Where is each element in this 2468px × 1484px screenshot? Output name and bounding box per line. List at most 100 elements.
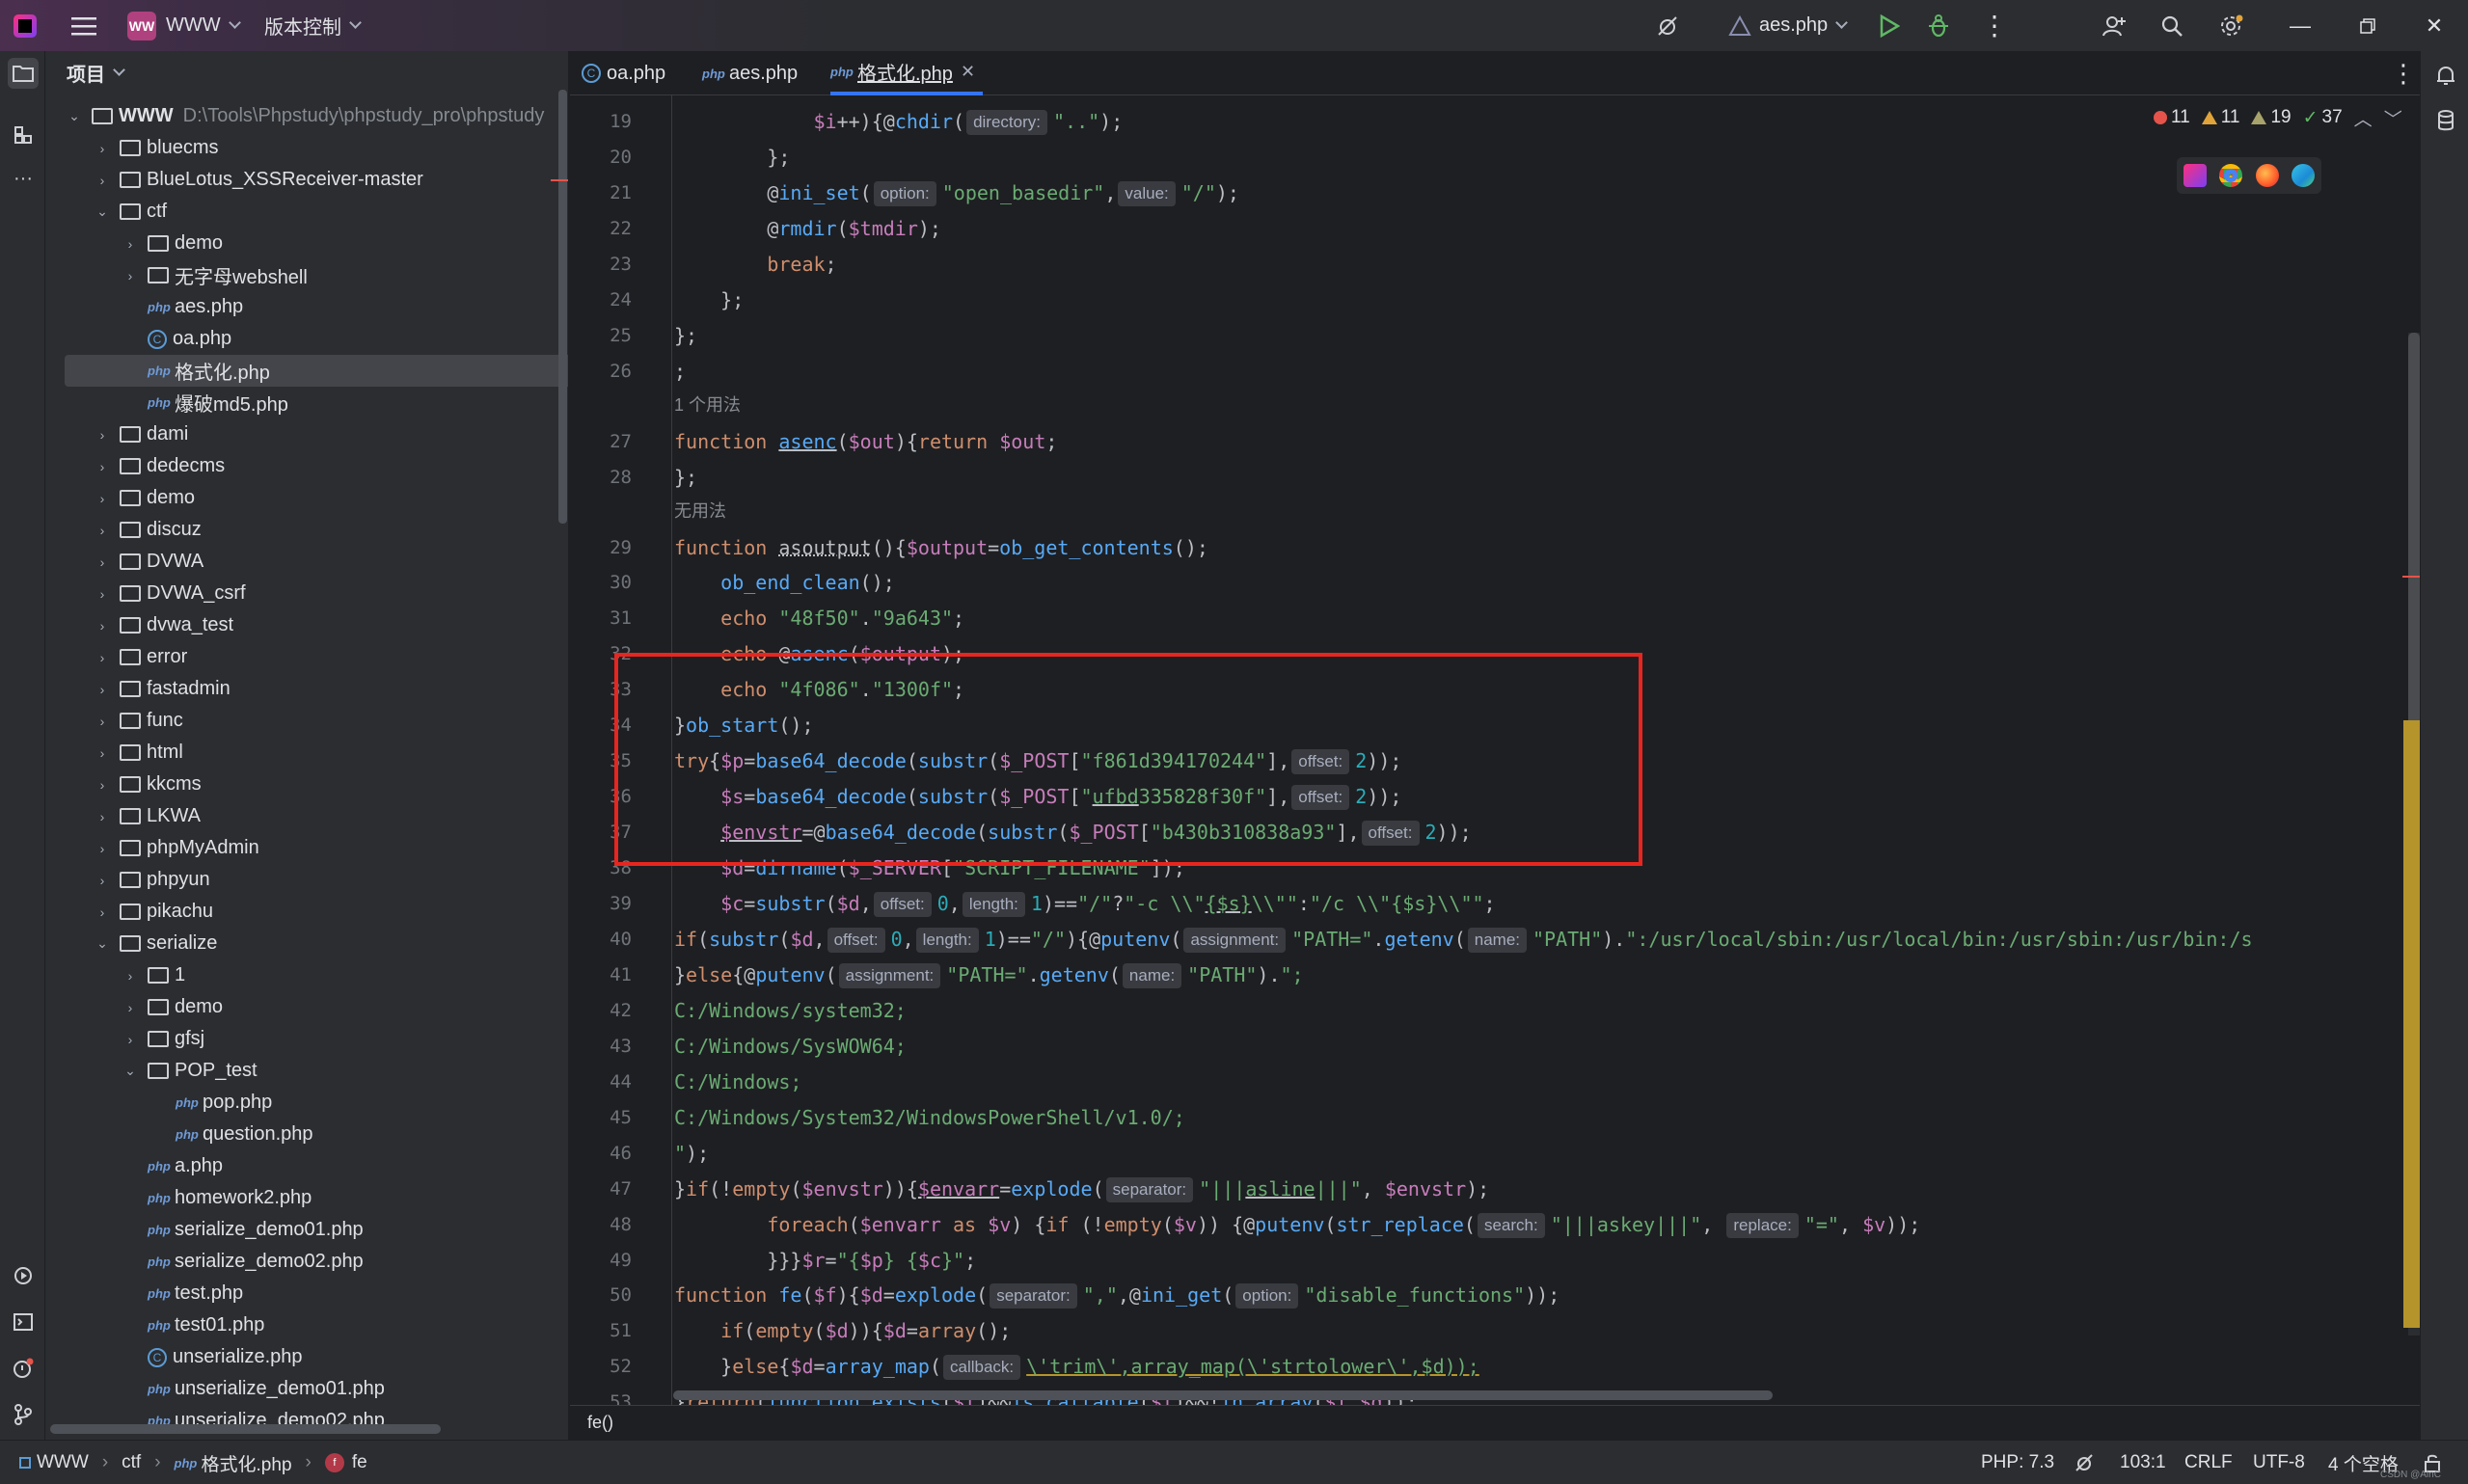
code-line[interactable]: $i++){@chdir(directory: ".."); xyxy=(674,104,1123,139)
usage-hint[interactable]: 1 个用法 xyxy=(674,391,741,419)
tree-file[interactable]: Cunserialize.php xyxy=(45,1341,568,1373)
chrome-icon[interactable] xyxy=(2219,164,2243,187)
chevron-right-icon[interactable]: › xyxy=(122,968,138,984)
chevron-right-icon[interactable]: › xyxy=(95,777,110,793)
code-line[interactable]: function asenc($out){return $out; xyxy=(674,424,1057,459)
chevron-right-icon[interactable]: › xyxy=(122,1032,138,1047)
restore-button[interactable] xyxy=(2334,0,2401,51)
tree-folder[interactable]: › 无字母webshell xyxy=(45,259,568,291)
tree-file[interactable]: php serialize_demo01.php xyxy=(45,1214,568,1246)
inspection-widget[interactable]: 11 11 19 ✓ 37 ︿ ﹀ xyxy=(2154,103,2414,132)
more-icon[interactable]: ··· xyxy=(8,163,39,194)
chevron-right-icon[interactable]: › xyxy=(95,904,110,920)
tab-aes-php[interactable]: php aes.php xyxy=(702,51,798,95)
crumb-function[interactable]: fe xyxy=(352,1452,367,1473)
add-user-icon[interactable] xyxy=(2102,0,2126,51)
code-line[interactable]: }else{$d=array_map(callback: \'trim\',arr… xyxy=(674,1349,1479,1384)
tree-root[interactable]: ⌄ WWW D:\Tools\Phpstudy\phpstudy_pro\php… xyxy=(45,100,568,132)
settings-gear-icon[interactable] xyxy=(2218,0,2243,51)
chevron-right-icon[interactable]: › xyxy=(95,141,110,156)
run-icon[interactable] xyxy=(1879,0,1900,51)
crumb-file[interactable]: 格式化.php xyxy=(202,1450,292,1476)
code-line[interactable]: @rmdir($tmdir); xyxy=(674,211,941,246)
caret-position[interactable]: 103:1 xyxy=(2120,1441,2166,1484)
code-line[interactable]: @ini_set(option: "open_basedir", value: "/"… xyxy=(674,175,1239,210)
notifications-bell-icon[interactable] xyxy=(2430,61,2461,92)
chevron-right-icon[interactable]: › xyxy=(95,459,110,474)
tree-folder[interactable]: ⌄ POP_test xyxy=(45,1055,568,1087)
tree-folder[interactable]: › BlueLotus_XSSReceiver-master xyxy=(45,164,568,196)
chevron-right-icon[interactable]: › xyxy=(122,268,138,283)
chevron-right-icon[interactable]: › xyxy=(95,618,110,634)
run-config-selector[interactable]: aes.php xyxy=(1728,0,1849,51)
app-logo-icon[interactable] xyxy=(14,0,37,51)
tree-folder[interactable]: › html xyxy=(45,737,568,769)
tree-folder[interactable]: › demo xyxy=(45,482,568,514)
tree-file[interactable]: php a.php xyxy=(45,1150,568,1182)
debug-status-icon[interactable] xyxy=(2074,1441,2095,1484)
chevron-right-icon[interactable]: › xyxy=(95,554,110,570)
project-panel-header[interactable]: 项目 xyxy=(67,51,125,94)
tree-file[interactable]: php serialize_demo02.php xyxy=(45,1246,568,1278)
close-icon[interactable]: ✕ xyxy=(961,62,975,82)
services-icon[interactable] xyxy=(8,1260,39,1291)
database-icon[interactable] xyxy=(2430,105,2461,136)
tree-folder[interactable]: › dvwa_test xyxy=(45,609,568,641)
chevron-right-icon[interactable]: › xyxy=(95,523,110,538)
code-line[interactable]: }if(!empty($envstr)){$envarr=explode(sep… xyxy=(674,1172,1489,1206)
problems-icon[interactable] xyxy=(8,1353,39,1384)
code-line[interactable]: }; xyxy=(674,460,697,495)
chevron-right-icon[interactable]: › xyxy=(95,809,110,824)
code-line[interactable]: foreach($envarr as $v) {if (!empty($v)) … xyxy=(674,1207,1920,1242)
tree-folder[interactable]: › pikachu xyxy=(45,896,568,928)
code-line[interactable]: "); xyxy=(674,1136,709,1171)
chevron-right-icon[interactable]: › xyxy=(95,586,110,602)
tree-folder[interactable]: › phpMyAdmin xyxy=(45,832,568,864)
close-window-button[interactable]: ✕ xyxy=(2400,0,2468,51)
tree-file[interactable]: php question.php xyxy=(45,1119,568,1150)
tree-folder[interactable]: › LKWA xyxy=(45,800,568,832)
code-line[interactable]: function asoutput(){$output=ob_get_conte… xyxy=(674,530,1208,565)
tree-file[interactable]: php 爆破md5.php xyxy=(45,387,568,418)
project-switcher[interactable]: WW WWW xyxy=(127,0,241,51)
debug-listen-icon[interactable] xyxy=(1655,0,1680,51)
code-breadcrumb[interactable]: fe() xyxy=(587,1413,613,1433)
code-line[interactable]: }; xyxy=(674,283,744,317)
tree-file[interactable]: php test01.php xyxy=(45,1309,568,1341)
code-line[interactable]: }}}$r="{$p} {$c}"; xyxy=(674,1243,976,1278)
folder-icon[interactable] xyxy=(8,58,39,89)
chevron-right-icon[interactable]: › xyxy=(95,682,110,697)
chevron-down-icon[interactable]: ⌄ xyxy=(122,1063,138,1079)
search-icon[interactable] xyxy=(2160,0,2183,51)
tree-folder[interactable]: › phpyun xyxy=(45,864,568,896)
chevron-right-icon[interactable]: › xyxy=(95,841,110,856)
tab-oa-php[interactable]: C oa.php xyxy=(582,51,665,95)
tree-file[interactable]: php pop.php xyxy=(45,1087,568,1119)
code-line[interactable]: }else{@putenv(assignment: "PATH=".getenv(… xyxy=(674,958,1304,992)
tree-folder[interactable]: › demo xyxy=(45,991,568,1023)
code-line[interactable]: }; xyxy=(674,140,790,175)
crumb-ctf[interactable]: ctf xyxy=(122,1452,141,1473)
code-line[interactable]: C:/Windows/system32; xyxy=(674,993,907,1028)
phpstorm-icon[interactable] xyxy=(2183,164,2207,187)
code-line[interactable]: C:/Windows/System32/WindowsPowerShell/v1… xyxy=(674,1100,1185,1135)
next-problem-icon[interactable]: ﹀ xyxy=(2384,105,2402,131)
code-line[interactable]: ; xyxy=(674,354,686,389)
tree-folder[interactable]: › dedecms xyxy=(45,450,568,482)
code-line[interactable]: function fe($f){$d=explode(separator: ","… xyxy=(674,1278,1559,1312)
chevron-right-icon[interactable]: › xyxy=(95,873,110,888)
code-line[interactable]: ob_end_clean(); xyxy=(674,565,895,600)
code-line[interactable]: }; xyxy=(674,318,697,353)
tree-folder[interactable]: › DVWA_csrf xyxy=(45,578,568,609)
chevron-right-icon[interactable]: › xyxy=(95,427,110,443)
project-vertical-scrollbar[interactable] xyxy=(558,90,567,524)
code-line[interactable]: C:/Windows/SysWOW64; xyxy=(674,1029,907,1064)
tree-file[interactable]: php 格式化.php xyxy=(65,355,568,387)
tree-folder[interactable]: ⌄ ctf xyxy=(45,196,568,228)
tree-folder[interactable]: ⌄ serialize xyxy=(45,928,568,959)
tree-folder[interactable]: › demo xyxy=(45,228,568,259)
chevron-right-icon[interactable]: › xyxy=(122,1000,138,1015)
chevron-down-icon[interactable]: ⌄ xyxy=(95,203,110,220)
tab-actions-icon[interactable]: ⋮ xyxy=(2391,51,2416,95)
code-vertical-scrollbar-thumb[interactable] xyxy=(2408,333,2420,747)
